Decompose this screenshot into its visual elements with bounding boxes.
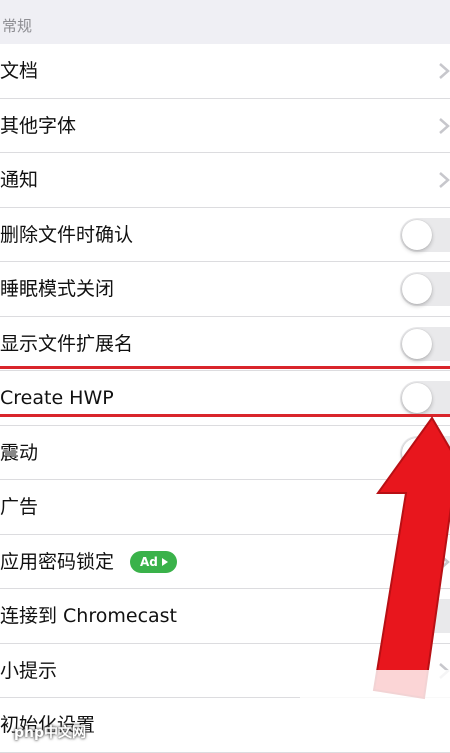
settings-row-create-hwp: Create HWP	[0, 371, 450, 426]
settings-row-other-fonts[interactable]: 其他字体	[0, 98, 450, 153]
row-label-sleep-mode-off: 睡眠模式关闭	[0, 278, 115, 300]
settings-row-show-extensions: 显示文件扩展名	[0, 316, 450, 371]
show-extensions-toggle[interactable]	[400, 326, 450, 361]
vibration-toggle[interactable]	[400, 435, 450, 470]
settings-row-tips[interactable]: 小提示	[0, 643, 450, 698]
settings-list: 文档 其他字体 通知 删除文件时确认 睡眠模式关闭 显示文件扩展名 Create…	[0, 44, 450, 753]
toggle-knob	[402, 219, 432, 250]
chevron-right-icon	[439, 553, 450, 570]
settings-row-sleep-mode-off: 睡眠模式关闭	[0, 262, 450, 317]
chromecast-toggle[interactable]	[400, 599, 450, 633]
create-hwp-toggle[interactable]	[400, 381, 450, 415]
row-label-show-extensions: 显示文件扩展名	[0, 332, 134, 355]
sleep-mode-off-toggle[interactable]	[400, 272, 450, 306]
play-triangle-icon	[161, 557, 168, 566]
row-label-chromecast: 连接到 Chromecast	[0, 605, 178, 627]
settings-row-ads[interactable]: 广告	[0, 480, 450, 535]
row-label-ads: 广告	[0, 496, 39, 518]
chevron-right-icon	[439, 63, 450, 79]
settings-row-app-passcode-lock[interactable]: 应用密码锁定 Ad	[0, 534, 450, 589]
toggle-knob	[402, 601, 432, 631]
settings-row-notifications[interactable]: 通知	[0, 153, 450, 208]
chevron-right-icon	[439, 172, 450, 188]
settings-row-confirm-delete: 删除文件时确认	[0, 207, 450, 262]
row-label-documents: 文档	[0, 60, 39, 82]
row-label-other-fonts: 其他字体	[0, 114, 77, 137]
row-label-app-passcode-lock: 应用密码锁定	[0, 550, 115, 573]
settings-row-documents[interactable]: 文档	[0, 44, 450, 99]
watermark-text: php中文网	[14, 725, 87, 741]
chevron-right-icon	[439, 662, 450, 679]
section-header-general: 常规	[0, 0, 450, 44]
toggle-knob	[402, 274, 432, 304]
toggle-knob	[402, 328, 432, 359]
row-label-tips: 小提示	[0, 659, 58, 682]
row-label-confirm-delete: 删除文件时确认	[0, 223, 134, 246]
settings-row-vibration: 震动	[0, 425, 450, 480]
ad-badge-label: Ad	[140, 554, 158, 569]
ad-badge: Ad	[130, 550, 177, 573]
row-label-vibration: 震动	[0, 441, 39, 464]
settings-row-chromecast: 连接到 Chromecast	[0, 589, 450, 644]
confirm-delete-toggle[interactable]	[400, 217, 450, 252]
row-label-notifications: 通知	[0, 169, 39, 191]
chevron-right-icon	[439, 117, 450, 134]
toggle-knob	[402, 383, 432, 413]
row-label-create-hwp: Create HWP	[0, 387, 114, 409]
toggle-knob	[402, 437, 432, 468]
